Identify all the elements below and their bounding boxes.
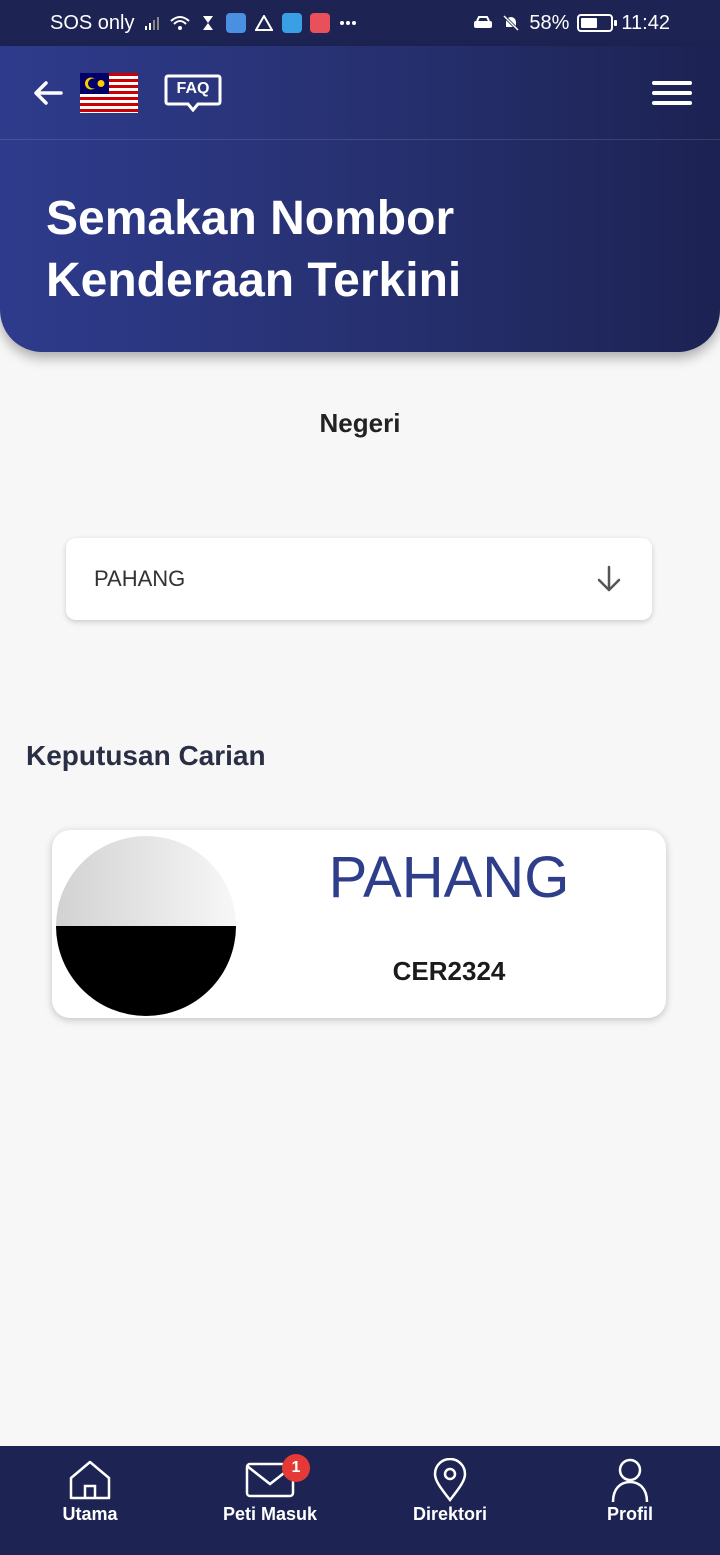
result-state-name: PAHANG <box>328 845 570 910</box>
search-result-heading: Keputusan Carian <box>26 740 266 771</box>
clock: 11:42 <box>621 11 670 34</box>
status-bar: SOS only 58% 11:42 <box>0 0 720 46</box>
back-button[interactable] <box>28 73 68 113</box>
state-dropdown[interactable]: PAHANG <box>66 538 652 620</box>
mute-bell-icon <box>501 13 521 33</box>
home-icon <box>69 1460 111 1500</box>
app-notification-icon <box>226 13 247 33</box>
pahang-flag-icon <box>56 836 236 1016</box>
person-icon <box>611 1458 649 1502</box>
hamburger-menu-icon[interactable] <box>652 73 692 113</box>
state-label: Negeri <box>319 408 401 438</box>
app-header: FAQ Semakan Nombor Kenderaan Terkini <box>0 46 720 352</box>
nav-label: Direktori <box>412 1504 488 1524</box>
wifi-icon <box>170 13 191 33</box>
location-pin-icon <box>433 1458 467 1502</box>
result-card[interactable]: PAHANG CER2324 <box>52 830 666 1018</box>
unread-badge: 1 <box>282 1454 310 1482</box>
arrow-down-icon <box>597 565 621 592</box>
hourglass-icon <box>198 13 218 33</box>
battery-percent: 58% <box>529 11 570 34</box>
state-dropdown-value: PAHANG <box>94 566 186 591</box>
warning-icon <box>254 13 274 33</box>
battery-icon <box>577 14 618 32</box>
more-notifications-icon <box>338 13 358 33</box>
nav-label: Profil <box>606 1504 653 1524</box>
nav-item-profil[interactable]: Profil <box>540 1446 720 1525</box>
faq-label: FAQ <box>176 79 210 97</box>
nav-item-direktori[interactable]: Direktori <box>360 1446 540 1525</box>
nav-item-peti-masuk[interactable]: 1 Peti Masuk <box>180 1446 360 1525</box>
carrier-text: SOS only <box>50 11 135 34</box>
top-toolbar: FAQ <box>0 46 720 140</box>
nav-label: Peti Masuk <box>222 1504 318 1524</box>
nav-label: Utama <box>62 1504 118 1524</box>
car-icon <box>473 13 493 33</box>
malaysia-flag-icon[interactable] <box>80 72 138 113</box>
signal-icon <box>142 13 162 33</box>
arrow-left-icon <box>34 80 63 105</box>
nav-item-utama[interactable]: Utama <box>0 1446 180 1525</box>
app-notification-icon <box>310 13 331 33</box>
page-title: Semakan Nombor Kenderaan Terkini <box>46 192 462 307</box>
bottom-navigation: Utama 1 Peti Masuk Direktori Profil <box>0 1446 720 1555</box>
result-plate-number: CER2324 <box>392 956 506 986</box>
faq-button[interactable]: FAQ <box>164 74 222 112</box>
app-notification-icon <box>282 13 303 33</box>
